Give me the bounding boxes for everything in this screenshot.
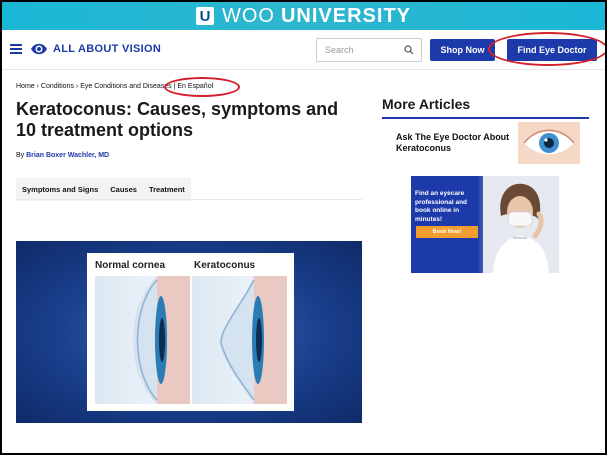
search-placeholder: Search — [325, 45, 354, 55]
hero-image: Normal cornea Keratoconus — [16, 241, 362, 423]
tab-treatment[interactable]: Treatment — [142, 178, 191, 201]
banner-woo: WOO — [221, 4, 275, 27]
ad-text: Find an eyecare professional and book on… — [415, 190, 468, 223]
related-article-link[interactable]: Ask The Eye Doctor About Keratoconus — [396, 132, 514, 154]
search-icon[interactable] — [404, 45, 414, 55]
more-articles-heading: More Articles — [382, 96, 471, 112]
article-tabs: Symptoms and Signs Causes Treatment — [16, 178, 191, 201]
banner-university: UNIVERSITY — [280, 4, 412, 27]
hamburger-icon[interactable] — [10, 44, 22, 54]
browser-viewport: U WOO UNIVERSITY ALL ABOUT VISION Search… — [2, 2, 605, 453]
cornea-comparison-card: Normal cornea Keratoconus — [87, 253, 294, 411]
author-link[interactable]: Brian Boxer Wachler, MD — [26, 152, 109, 159]
brand-name[interactable]: ALL ABOUT VISION — [53, 43, 161, 55]
aav-eye-logo-icon[interactable] — [30, 41, 48, 57]
woo-university-banner: U WOO UNIVERSITY — [2, 2, 605, 30]
highlight-annotation-circle — [164, 77, 240, 97]
keratoconus-label: Keratoconus — [194, 260, 256, 271]
divider — [382, 117, 589, 119]
normal-cornea-label: Normal cornea — [95, 260, 166, 271]
highlight-annotation-circle — [488, 32, 605, 66]
tab-symptoms[interactable]: Symptoms and Signs — [16, 178, 105, 201]
book-now-button[interactable]: Book Now! — [416, 226, 478, 238]
site-header: ALL ABOUT VISION Search Shop Now Find Ey… — [2, 30, 605, 70]
doctor-photo — [483, 176, 559, 273]
related-article-thumbnail[interactable] — [518, 122, 580, 164]
tab-causes[interactable]: Causes — [104, 178, 143, 201]
woo-logo-icon: U — [195, 7, 214, 25]
normal-cornea-illustration — [95, 276, 190, 404]
search-input[interactable]: Search — [316, 38, 422, 62]
shop-now-button[interactable]: Shop Now — [430, 39, 495, 61]
byline: By Brian Boxer Wachler, MD — [16, 152, 110, 159]
divider — [16, 199, 362, 200]
page-title: Keratoconus: Causes, symptoms and 10 tre… — [16, 99, 339, 140]
find-eyecare-ad[interactable]: Find an eyecare professional and book on… — [411, 176, 559, 273]
keratoconus-illustration — [192, 276, 287, 404]
